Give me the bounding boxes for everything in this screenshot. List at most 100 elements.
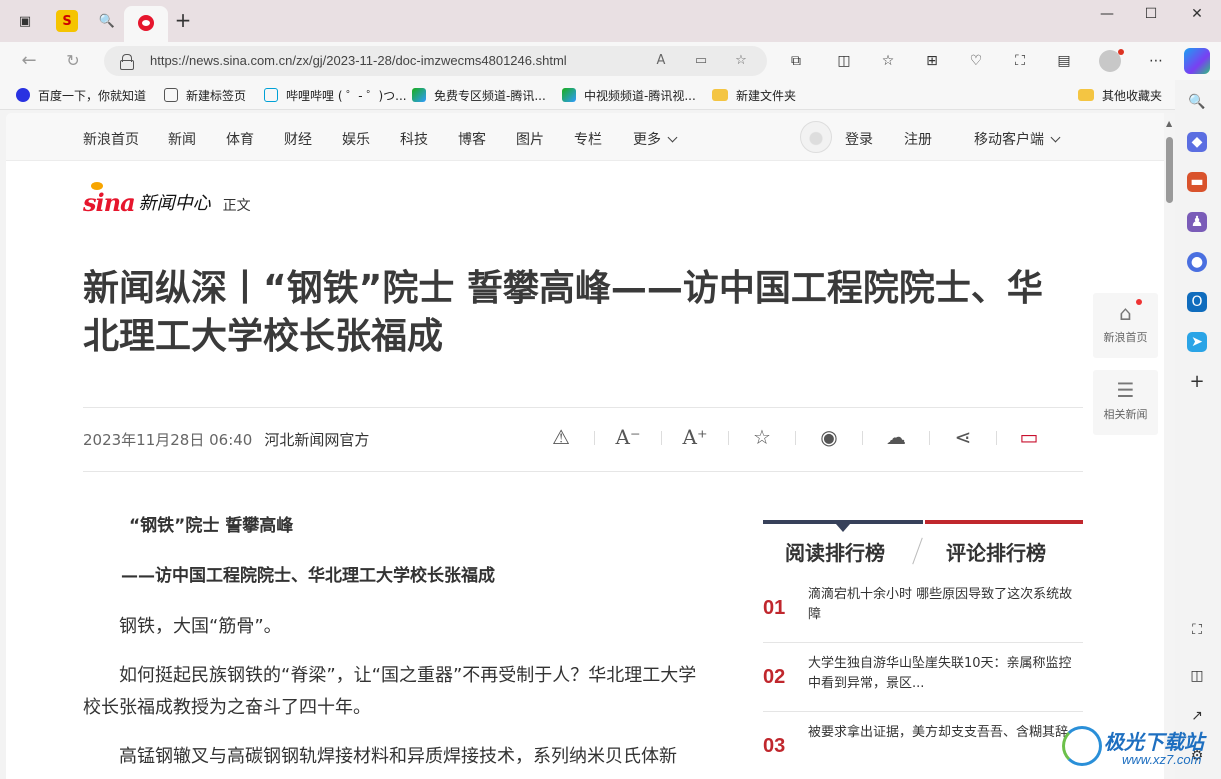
- favorite-item-newtab[interactable]: 新建标签页: [164, 86, 246, 104]
- rank-title[interactable]: 滴滴宕机十余小时 哪些原因导致了这次系统故障: [808, 585, 1083, 625]
- send-icon[interactable]: ➤: [1187, 332, 1207, 352]
- lock-icon: [120, 54, 134, 70]
- register-link[interactable]: 注册: [904, 129, 932, 149]
- nav-item-more[interactable]: 更多: [633, 129, 678, 149]
- games-icon[interactable]: ♟: [1187, 212, 1207, 232]
- add-sidebar-app-icon[interactable]: +: [1187, 372, 1207, 392]
- maximize-button[interactable]: ☐: [1128, 6, 1174, 28]
- outlook-icon[interactable]: O: [1187, 292, 1207, 312]
- scroll-up-arrow-icon[interactable]: ▲: [1166, 119, 1172, 128]
- rank-number: 01: [763, 597, 786, 619]
- nav-item-news[interactable]: 新闻: [168, 129, 196, 149]
- favorite-folder-new[interactable]: 新建文件夹: [712, 86, 796, 104]
- watermark-title: 极光下载站: [1104, 730, 1204, 754]
- chevron-down-icon: [667, 132, 678, 143]
- article-paragraph: 如何挺起民族钢铁的“脊梁”，让“国之重器”不再受制于人？华北理工大学校长张福成教…: [83, 665, 697, 718]
- report-warning-icon[interactable]: ⚠: [547, 423, 575, 451]
- document-list-icon: ☰: [1116, 378, 1135, 402]
- meta-separator: [862, 431, 863, 445]
- user-avatar-icon[interactable]: [800, 121, 832, 153]
- tab-comment-ranking[interactable]: 评论排行榜: [946, 537, 1046, 566]
- favorite-item-tencent-mid[interactable]: 中视频频道-腾讯视...: [562, 86, 696, 104]
- logo-section: 正文: [222, 198, 251, 214]
- copilot-sidebar-icon[interactable]: ●: [1187, 252, 1207, 272]
- nav-item-tech[interactable]: 科技: [400, 129, 428, 149]
- bilibili-icon: [264, 88, 278, 102]
- watermark-logo: 极光下载站 www.xz7.com: [1062, 722, 1212, 772]
- screenshot-sidebar-icon[interactable]: ⛶: [1187, 620, 1207, 640]
- rank-title[interactable]: 被要求拿出证据，美方却支支吾吾、含糊其辞: [808, 723, 1083, 743]
- rank-divider: [763, 711, 1083, 712]
- float-related-button[interactable]: ☰ 相关新闻: [1093, 370, 1158, 435]
- login-link[interactable]: 登录: [845, 129, 873, 149]
- collections-icon[interactable]: ⊞: [922, 51, 942, 71]
- tab-sina-active[interactable]: [124, 6, 168, 42]
- back-button[interactable]: ←: [18, 50, 40, 72]
- favorite-item-tencent-free[interactable]: 免费专区频道-腾讯...: [412, 86, 546, 104]
- sina-eye-icon: [91, 182, 103, 190]
- browser-essentials-icon[interactable]: ♡: [966, 51, 986, 71]
- nav-item-finance[interactable]: 财经: [284, 129, 312, 149]
- meta-separator: [594, 431, 595, 445]
- share-icon[interactable]: ⋖: [949, 423, 977, 451]
- nav-item-blog[interactable]: 博客: [458, 129, 486, 149]
- weibo-share-icon[interactable]: ◉: [815, 423, 843, 451]
- other-favorites-label: 其他收藏夹: [1102, 88, 1163, 103]
- extensions-icon[interactable]: ⧉: [786, 51, 806, 71]
- nav-item-home[interactable]: 新浪首页: [83, 129, 139, 149]
- meta-separator: [661, 431, 662, 445]
- favorites-icon[interactable]: ☆: [878, 51, 898, 71]
- float-home-button[interactable]: ⌂ 新浪首页: [1093, 293, 1158, 358]
- refresh-button[interactable]: ↻: [62, 50, 84, 72]
- hide-sidebar-icon[interactable]: ◫: [1187, 666, 1207, 686]
- wechat-share-icon[interactable]: ☁: [882, 423, 910, 451]
- font-increase-icon[interactable]: A⁺: [681, 423, 709, 451]
- shopping-tag-icon[interactable]: ◆: [1187, 132, 1207, 152]
- favorite-item-bilibili[interactable]: 哔哩哔哩 ( ゜- ゜)つ...: [264, 86, 407, 104]
- meta-separator: [795, 431, 796, 445]
- read-aloud-icon[interactable]: A: [652, 52, 670, 70]
- new-tab-button[interactable]: +: [172, 10, 194, 32]
- split-screen-icon[interactable]: ◫: [834, 51, 854, 71]
- folder-icon: [712, 89, 728, 101]
- pinned-tab-icon[interactable]: S: [56, 10, 78, 32]
- close-window-button[interactable]: ✕: [1174, 6, 1220, 28]
- url-text[interactable]: https://news.sina.com.cn/zx/gj/2023-11-2…: [150, 53, 567, 68]
- favorite-label: 百度一下，你就知道: [38, 88, 147, 103]
- tab-read-ranking[interactable]: 阅读排行榜: [785, 537, 885, 566]
- search-tab-icon[interactable]: 🔍: [96, 10, 118, 32]
- screenshot-icon[interactable]: ⛶: [1010, 51, 1030, 71]
- float-related-label: 相关新闻: [1103, 408, 1148, 421]
- more-menu-icon[interactable]: ⋯: [1146, 51, 1166, 71]
- immersive-reader-icon[interactable]: ▭: [692, 52, 710, 70]
- meta-divider-top: [83, 407, 1083, 408]
- rank-title[interactable]: 大学生独自游华山坠崖失联10天：亲属称监控中看到异常，景区...: [808, 654, 1083, 694]
- article-source[interactable]: 河北新闻网官方: [264, 431, 369, 449]
- sina-news-logo[interactable]: sina 新闻中心 正文: [83, 182, 251, 217]
- favorite-label: 新建标签页: [186, 88, 247, 103]
- favorite-star-icon[interactable]: ☆: [748, 423, 776, 451]
- sidebar-toggle-icon[interactable]: ▤: [1054, 51, 1074, 71]
- font-decrease-icon[interactable]: A⁻: [614, 423, 642, 451]
- search-icon[interactable]: 🔍: [1187, 92, 1207, 112]
- copilot-icon[interactable]: [1184, 48, 1210, 74]
- toolbox-icon[interactable]: ▬: [1187, 172, 1207, 192]
- comment-icon[interactable]: ▭: [1015, 423, 1043, 451]
- favorite-item-baidu[interactable]: 百度一下，你就知道: [16, 86, 146, 104]
- nav-item-sports[interactable]: 体育: [226, 129, 254, 149]
- tab-actions-icon[interactable]: ▣: [14, 10, 36, 32]
- nav-item-photo[interactable]: 图片: [516, 129, 544, 149]
- address-bar[interactable]: https://news.sina.com.cn/zx/gj/2023-11-2…: [104, 46, 767, 76]
- page-scrollbar[interactable]: ▲: [1164, 113, 1175, 779]
- other-favorites-folder[interactable]: 其他收藏夹: [1078, 86, 1162, 104]
- rank-tab-pointer: [836, 524, 850, 532]
- minimize-button[interactable]: —: [1084, 6, 1130, 28]
- favorite-star-icon[interactable]: ☆: [732, 52, 750, 70]
- chevron-down-icon: [1050, 132, 1061, 143]
- nav-item-ent[interactable]: 娱乐: [342, 129, 370, 149]
- mobile-client-menu[interactable]: 移动客户端: [974, 129, 1061, 149]
- nav-item-column[interactable]: 专栏: [574, 129, 602, 149]
- scroll-thumb[interactable]: [1166, 137, 1173, 203]
- profile-avatar[interactable]: [1099, 49, 1124, 72]
- baidu-paw-icon: [16, 88, 30, 102]
